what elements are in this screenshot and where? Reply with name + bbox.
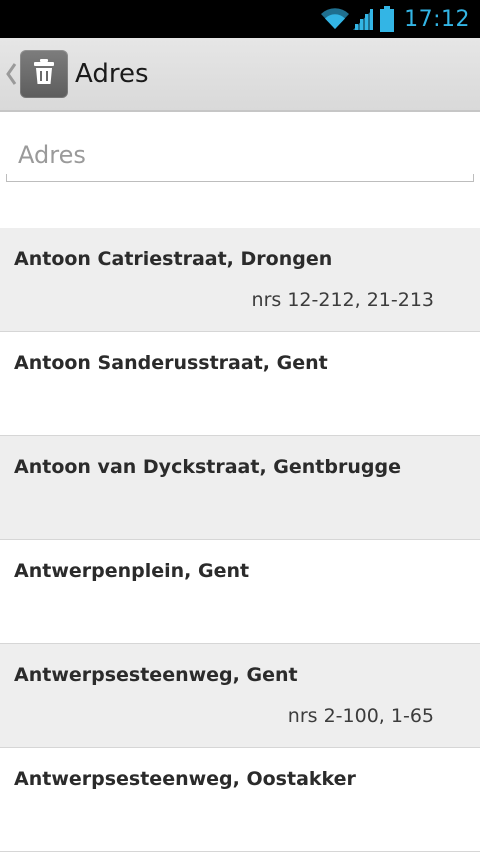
list-item[interactable]: Antwerpsesteenweg, Oostakker	[0, 748, 480, 852]
street-name: Antwerpenplein, Gent	[14, 560, 250, 582]
street-name: Antwerpsesteenweg, Gent	[14, 664, 298, 686]
trash-icon	[33, 59, 55, 89]
chevron-left-icon[interactable]	[4, 60, 18, 88]
street-name: Antoon Catriestraat, Drongen	[14, 248, 333, 270]
list-item[interactable]: Antoon van Dyckstraat, Gentbrugge	[0, 436, 480, 540]
list-item[interactable]: Antoon Catriestraat, Drongen nrs 12-212,…	[0, 228, 480, 332]
page-title: Adres	[75, 59, 149, 89]
list-item[interactable]: Antwerpsesteenweg, Gent nrs 2-100, 1-65	[0, 644, 480, 748]
signal-icon	[352, 7, 374, 31]
status-time: 17:12	[404, 6, 470, 32]
house-numbers: nrs 12-212, 21-213	[251, 289, 434, 311]
action-bar: Adres	[0, 38, 480, 112]
search-area	[0, 112, 480, 228]
status-bar: 17:12	[0, 0, 480, 38]
street-name: Antoon van Dyckstraat, Gentbrugge	[14, 456, 401, 478]
list-item[interactable]: Antoon Sanderusstraat, Gent	[0, 332, 480, 436]
house-numbers: nrs 2-100, 1-65	[287, 705, 434, 727]
battery-icon	[380, 6, 395, 32]
wifi-icon	[320, 7, 350, 31]
address-search-input[interactable]	[6, 130, 468, 180]
address-list: Antoon Catriestraat, Drongen nrs 12-212,…	[0, 228, 480, 852]
app-icon-button[interactable]	[20, 50, 68, 98]
status-icons: 17:12	[320, 0, 470, 38]
search-underline	[6, 174, 474, 182]
list-item[interactable]: Antwerpenplein, Gent	[0, 540, 480, 644]
street-name: Antwerpsesteenweg, Oostakker	[14, 768, 356, 790]
street-name: Antoon Sanderusstraat, Gent	[14, 352, 328, 374]
